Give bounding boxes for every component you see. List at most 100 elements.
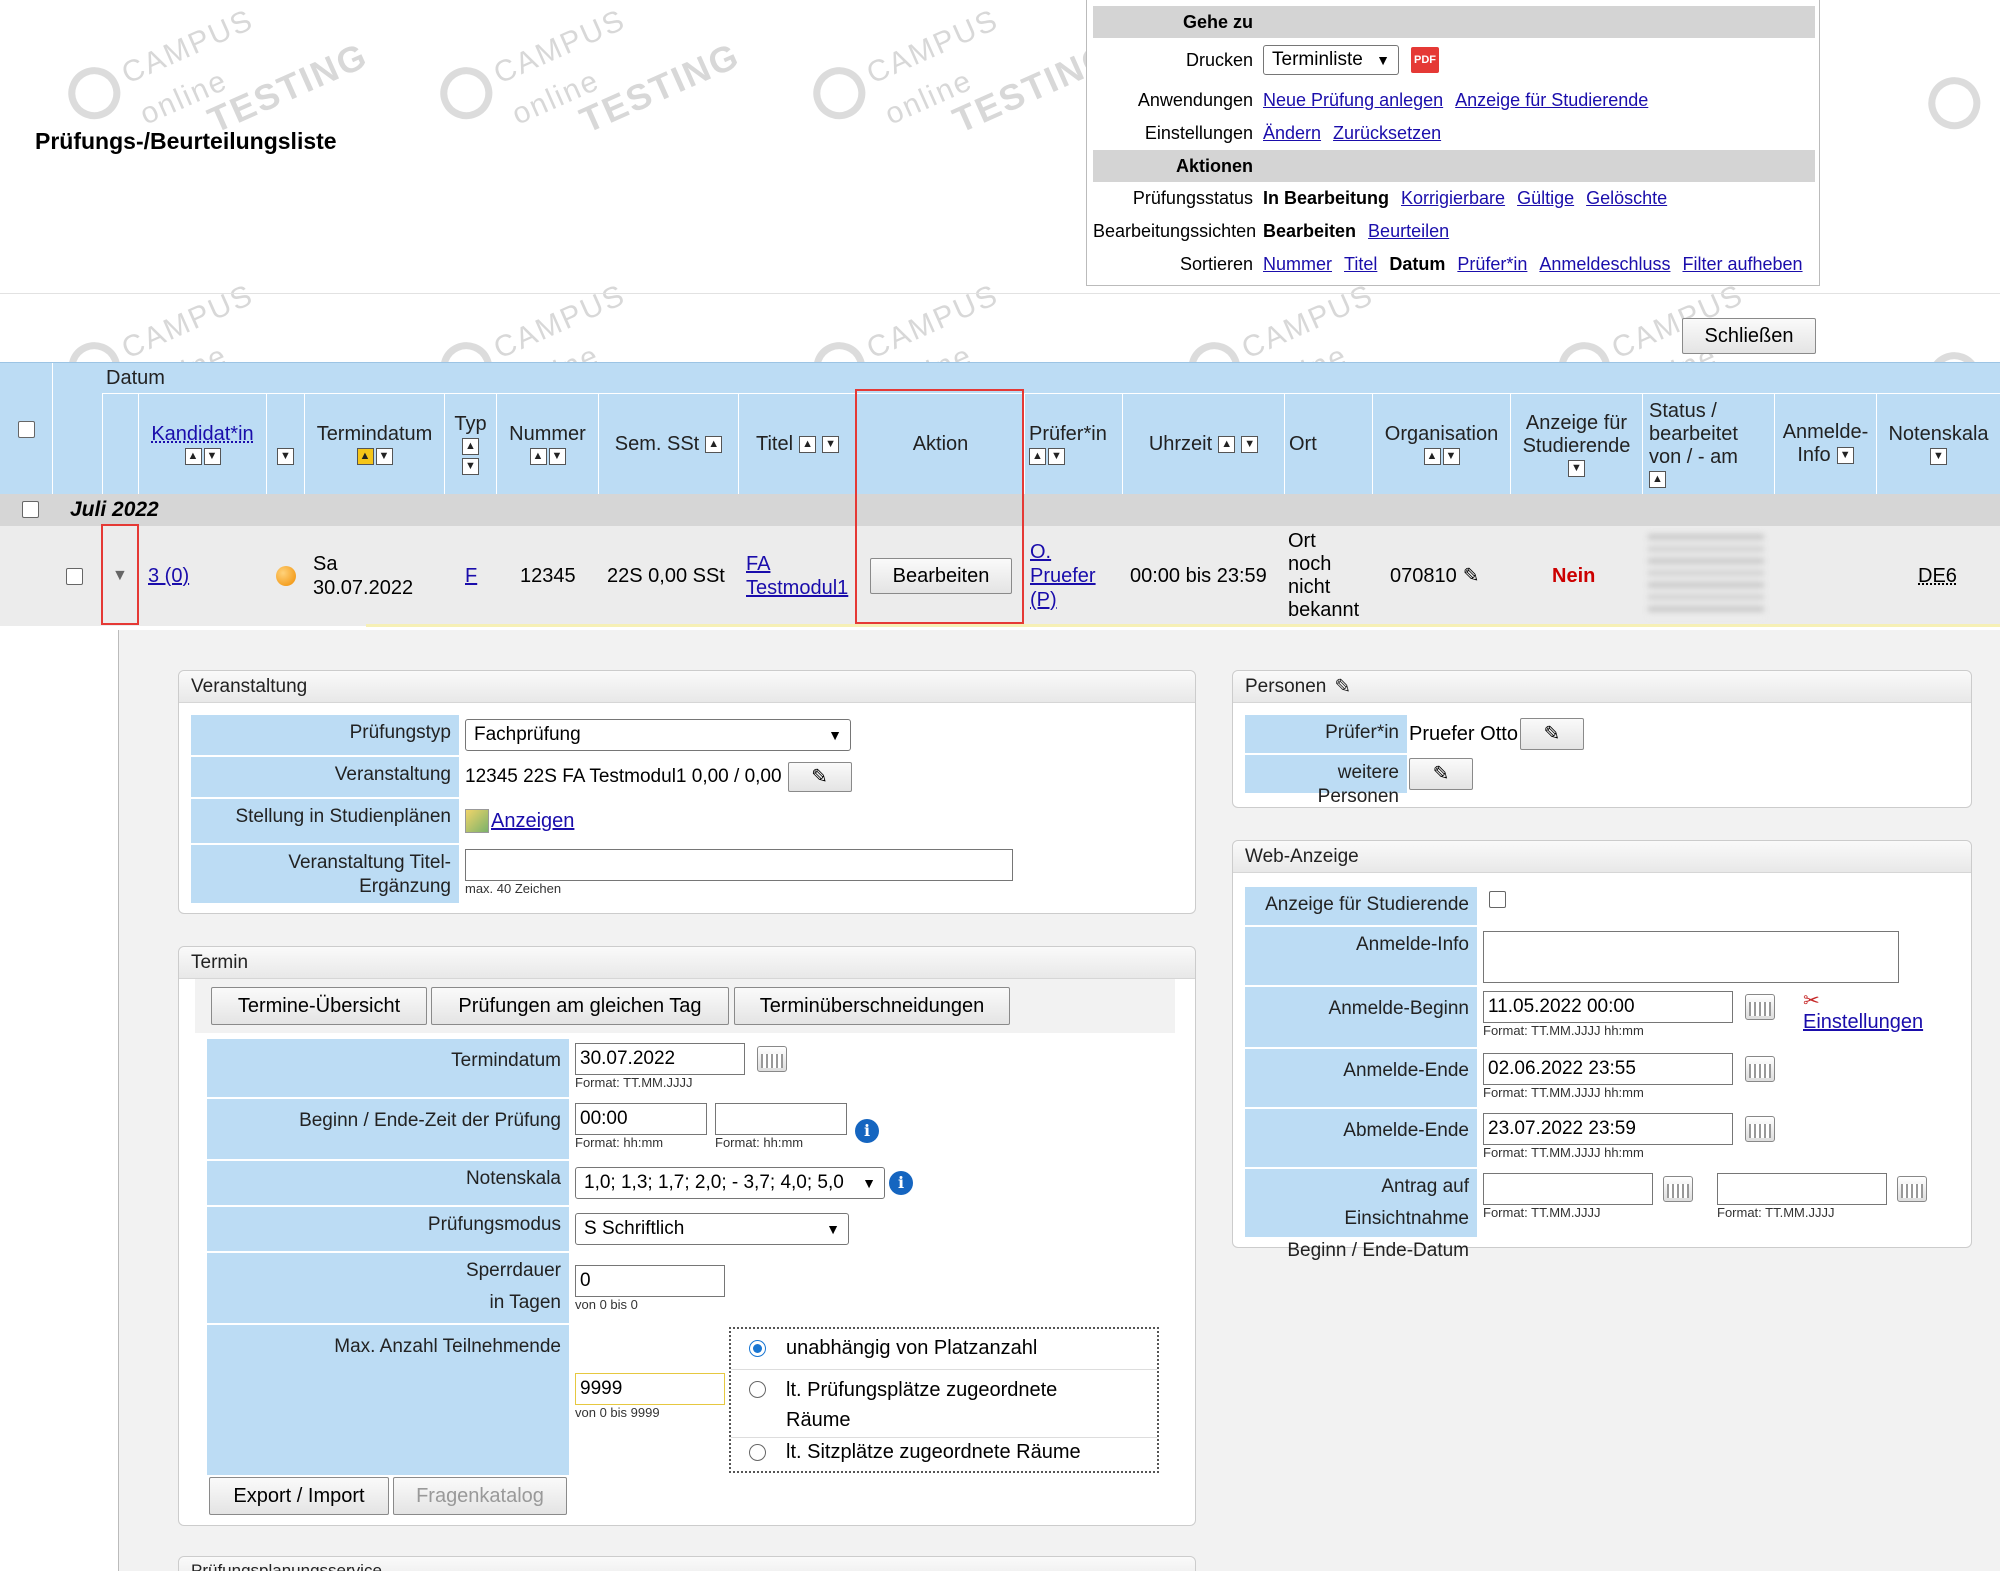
divider: [0, 293, 2000, 294]
edit-pencil-icon[interactable]: ✎: [1463, 566, 1480, 586]
filter-icon[interactable]: ▼: [1836, 447, 1854, 464]
filter-icon[interactable]: ▼: [462, 458, 479, 475]
web-anzeige-box: Web-Anzeige Anzeige für Studierende Anme…: [1232, 840, 1972, 1261]
pruefungen-gleicher-tag-button[interactable]: Prüfungen am gleichen Tag: [431, 987, 729, 1025]
radio-unabhaengig[interactable]: [749, 1340, 766, 1357]
row-checkbox[interactable]: [66, 567, 83, 585]
sort-icon[interactable]: ▲: [1423, 448, 1441, 465]
abmelde-ende-input[interactable]: 23.07.2022 23:59: [1483, 1113, 1733, 1145]
termin-header: Termin: [179, 947, 1195, 979]
sort-icon[interactable]: ▲: [1029, 448, 1046, 465]
titel-ergaenzung-input[interactable]: [465, 849, 1013, 881]
ende-zeit-input[interactable]: [715, 1103, 847, 1135]
max-teilnehmende-input[interactable]: 9999: [575, 1373, 725, 1405]
calendar-icon[interactable]: [1897, 1176, 1927, 1202]
sort-icon[interactable]: ▲: [1649, 471, 1666, 488]
filter-icon[interactable]: ▼: [277, 447, 294, 465]
anmelde-beginn-input[interactable]: 11.05.2022 00:00: [1483, 991, 1733, 1023]
titel-link[interactable]: FA Testmodul1: [746, 552, 848, 600]
close-button[interactable]: Schließen: [1682, 318, 1816, 354]
filter-icon[interactable]: ▼: [1048, 448, 1065, 465]
pruefungsmodus-select[interactable]: S Schriftlich ▼: [575, 1213, 849, 1245]
filter-reset-link[interactable]: Filter aufheben: [1682, 254, 1802, 275]
sort-icon[interactable]: ▲: [529, 448, 547, 465]
edit-weitere-personen-button[interactable]: ✎: [1409, 758, 1473, 790]
einstellungen-link[interactable]: Einstellungen: [1803, 1011, 1923, 1034]
pruefungstyp-select[interactable]: Fachprüfung ▼: [465, 719, 851, 751]
status-geloeschte-link[interactable]: Gelöschte: [1586, 188, 1667, 209]
sort-icon[interactable]: ▲: [705, 435, 723, 453]
sort-anmeldeschluss-link[interactable]: Anmeldeschluss: [1539, 254, 1670, 275]
sort-nummer-link[interactable]: Nummer: [1263, 254, 1332, 275]
col-nummer: Nummer ▲ ▼: [496, 393, 598, 495]
settings-reset-link[interactable]: Zurücksetzen: [1333, 123, 1441, 144]
info-icon[interactable]: i: [855, 1119, 879, 1143]
edit-pruefer-button[interactable]: ✎: [1519, 718, 1584, 750]
nummer-cell: 12345: [520, 565, 576, 587]
sperrdauer-input[interactable]: 0: [575, 1265, 725, 1297]
calendar-icon[interactable]: [1745, 994, 1775, 1020]
edit-veranstaltung-button[interactable]: ✎: [787, 762, 852, 792]
sort-icon[interactable]: ▲: [462, 438, 479, 455]
new-exam-link[interactable]: Neue Prüfung anlegen: [1263, 90, 1443, 111]
row-underline: [366, 624, 2000, 627]
filter-icon[interactable]: ▼: [203, 448, 221, 465]
info-icon[interactable]: i: [889, 1171, 913, 1195]
anmelde-info-textarea[interactable]: [1483, 931, 1899, 983]
actions-header: Aktionen: [1093, 150, 1815, 182]
termin-box: Termin Termine-Übersicht Prüfungen am gl…: [178, 946, 1196, 1526]
anmelde-ende-input[interactable]: 02.06.2022 23:55: [1483, 1053, 1733, 1085]
chevron-down-icon: ▼: [828, 727, 842, 743]
print-select[interactable]: Terminliste ▼: [1263, 45, 1399, 75]
filter-icon[interactable]: ▼: [1568, 459, 1585, 477]
sort-pruefer-link[interactable]: Prüfer*in: [1457, 254, 1527, 275]
expand-col: [52, 363, 102, 495]
calendar-icon[interactable]: [757, 1046, 787, 1072]
einsicht-beginn-input[interactable]: [1483, 1173, 1653, 1205]
anzeige-studierende-checkbox[interactable]: [1489, 891, 1506, 908]
terminueberschneidungen-button[interactable]: Terminüberschneidungen: [734, 987, 1010, 1025]
radio-pruefungsplaetze[interactable]: [749, 1381, 766, 1398]
col-sem: Sem. SSt ▲: [598, 393, 738, 495]
edit-pencil-icon[interactable]: ✎: [1334, 677, 1351, 697]
group-checkbox[interactable]: [22, 501, 39, 518]
radio-sitzplaetze[interactable]: [749, 1444, 766, 1461]
status-gueltige-link[interactable]: Gültige: [1517, 188, 1574, 209]
termine-uebersicht-button[interactable]: Termine-Übersicht: [211, 987, 427, 1025]
status-korrigierbare-link[interactable]: Korrigierbare: [1401, 188, 1505, 209]
beginn-zeit-input[interactable]: 00:00: [575, 1103, 707, 1135]
select-all-checkbox[interactable]: [17, 420, 35, 438]
calendar-icon[interactable]: [1745, 1056, 1775, 1082]
termindatum-input[interactable]: 30.07.2022: [575, 1043, 745, 1075]
calendar-icon[interactable]: [1663, 1176, 1693, 1202]
chevron-down-icon: ▼: [1376, 52, 1390, 68]
pdf-icon[interactable]: PDF: [1411, 47, 1439, 73]
sort-icon[interactable]: ▲: [184, 448, 202, 465]
sort-titel-link[interactable]: Titel: [1344, 254, 1377, 275]
calendar-icon[interactable]: [1745, 1116, 1775, 1142]
col-kandidat: Kandidat*in ▲ ▼: [138, 393, 266, 495]
sort-icon[interactable]: ▲: [1218, 435, 1236, 453]
goto-header: Gehe zu: [1093, 6, 1815, 38]
view-beurteilen-link[interactable]: Beurteilen: [1368, 221, 1449, 242]
filter-icon[interactable]: ▼: [375, 448, 393, 465]
notenskala-select[interactable]: 1,0; 1,3; 1,7; 2,0; - 3,7; 4,0; 5,0 ▼: [575, 1167, 885, 1199]
sort-icon[interactable]: ▲: [799, 435, 817, 453]
edit-pencil-icon: ✎: [811, 766, 828, 788]
filter-icon[interactable]: ▼: [548, 448, 566, 465]
sort-active-icon[interactable]: ▲: [356, 448, 374, 465]
typ-link[interactable]: F: [465, 564, 477, 588]
settings-change-link[interactable]: Ändern: [1263, 123, 1321, 144]
einsicht-ende-input[interactable]: [1717, 1173, 1887, 1205]
kandidat-link[interactable]: 3 (0): [148, 564, 189, 588]
apps-row: Anwendungen Neue Prüfung anlegen Anzeige …: [1137, 89, 1649, 111]
pruefer-link[interactable]: O. Pruefer (P): [1030, 540, 1096, 612]
filter-icon[interactable]: ▼: [1241, 435, 1259, 453]
col-anmelde: Anmelde- Info ▼: [1774, 393, 1876, 495]
anzeigen-link[interactable]: Anzeigen: [491, 810, 574, 833]
student-view-link[interactable]: Anzeige für Studierende: [1455, 90, 1648, 111]
export-import-button[interactable]: Export / Import: [209, 1477, 389, 1515]
filter-icon[interactable]: ▼: [1930, 448, 1947, 465]
filter-icon[interactable]: ▼: [1442, 448, 1460, 465]
filter-icon[interactable]: ▼: [822, 435, 840, 453]
